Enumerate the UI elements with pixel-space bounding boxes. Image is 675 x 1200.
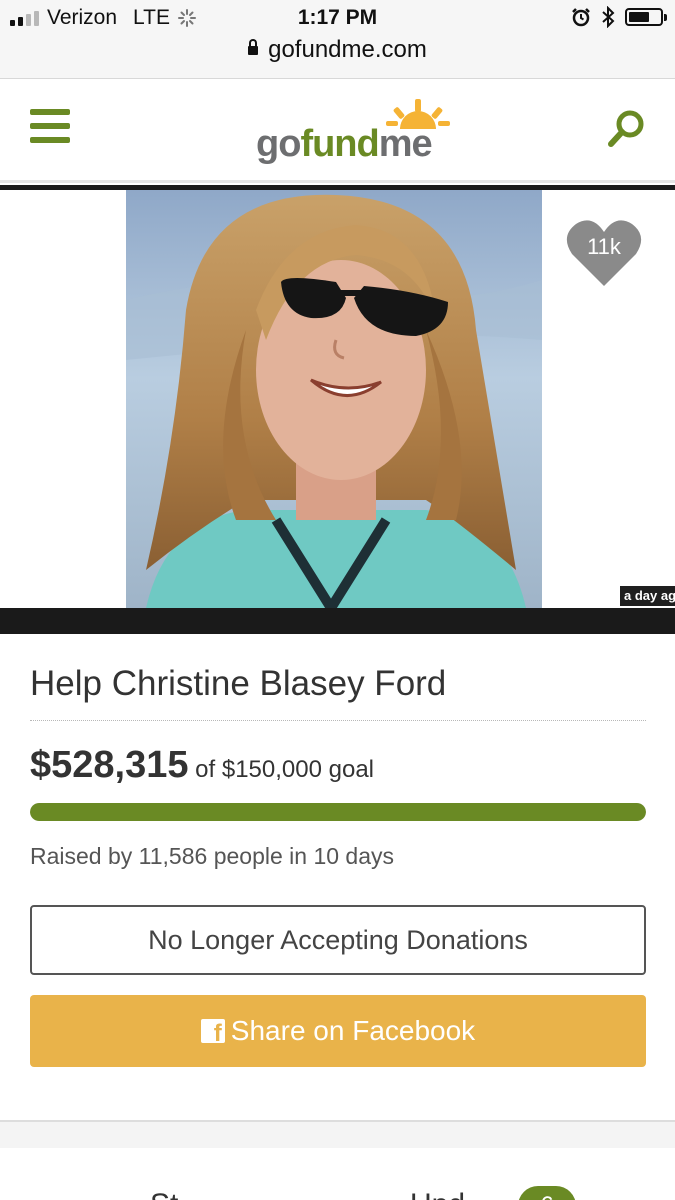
search-icon[interactable]: [606, 109, 646, 149]
status-bar: Verizon LTE 1:17 PM gofundme.com: [0, 0, 675, 79]
donation-closed-button[interactable]: No Longer Accepting Donations: [30, 905, 646, 975]
raised-amount: $528,315: [30, 744, 189, 786]
url-bar[interactable]: gofundme.com: [0, 36, 675, 64]
updates-count-badge: 6: [518, 1186, 576, 1200]
raised-by-text: Raised by 11,586 people in 10 days: [30, 843, 395, 869]
logo-wordmark: gofundme: [256, 123, 433, 166]
section-band: [0, 1122, 675, 1148]
campaign-title: Help Christine Blasey Ford: [30, 664, 447, 703]
progress-bar: [30, 803, 646, 821]
bluetooth-icon: [602, 6, 615, 28]
campaign-hero: 11k: [0, 190, 675, 608]
amount-raised: $528,315 of $150,000 goal: [30, 744, 374, 787]
like-count: 11k: [587, 234, 621, 259]
menu-icon[interactable]: [30, 109, 70, 145]
logo-go: go: [256, 123, 301, 165]
status-right: [571, 6, 667, 28]
site-header: gofundme: [0, 79, 675, 179]
lock-icon: [248, 39, 259, 55]
campaign-photo[interactable]: [126, 190, 542, 608]
hero-bottom-bar: [0, 608, 675, 634]
goal-text: of $150,000 goal: [195, 756, 374, 783]
url-text: gofundme.com: [268, 36, 427, 63]
gofundme-logo[interactable]: gofundme: [250, 97, 450, 167]
alarm-icon: [572, 8, 590, 27]
header-divider: [0, 180, 675, 183]
share-facebook-button[interactable]: f Share on Facebook: [30, 995, 646, 1067]
tab-updates[interactable]: Upd: [410, 1188, 465, 1200]
logo-fund: fund: [300, 123, 379, 165]
battery-level: [629, 12, 649, 22]
title-divider: [30, 720, 646, 721]
battery-icon: [625, 8, 667, 26]
facebook-icon: f: [200, 1019, 225, 1046]
share-facebook-label: Share on Facebook: [230, 1015, 476, 1046]
progress-fill: [30, 803, 646, 821]
posted-time-badge: a day ago: [620, 586, 675, 606]
logo-me: me: [378, 123, 433, 165]
tab-story[interactable]: St: [150, 1188, 178, 1200]
tabs-row: St Upd 6: [0, 1148, 675, 1200]
